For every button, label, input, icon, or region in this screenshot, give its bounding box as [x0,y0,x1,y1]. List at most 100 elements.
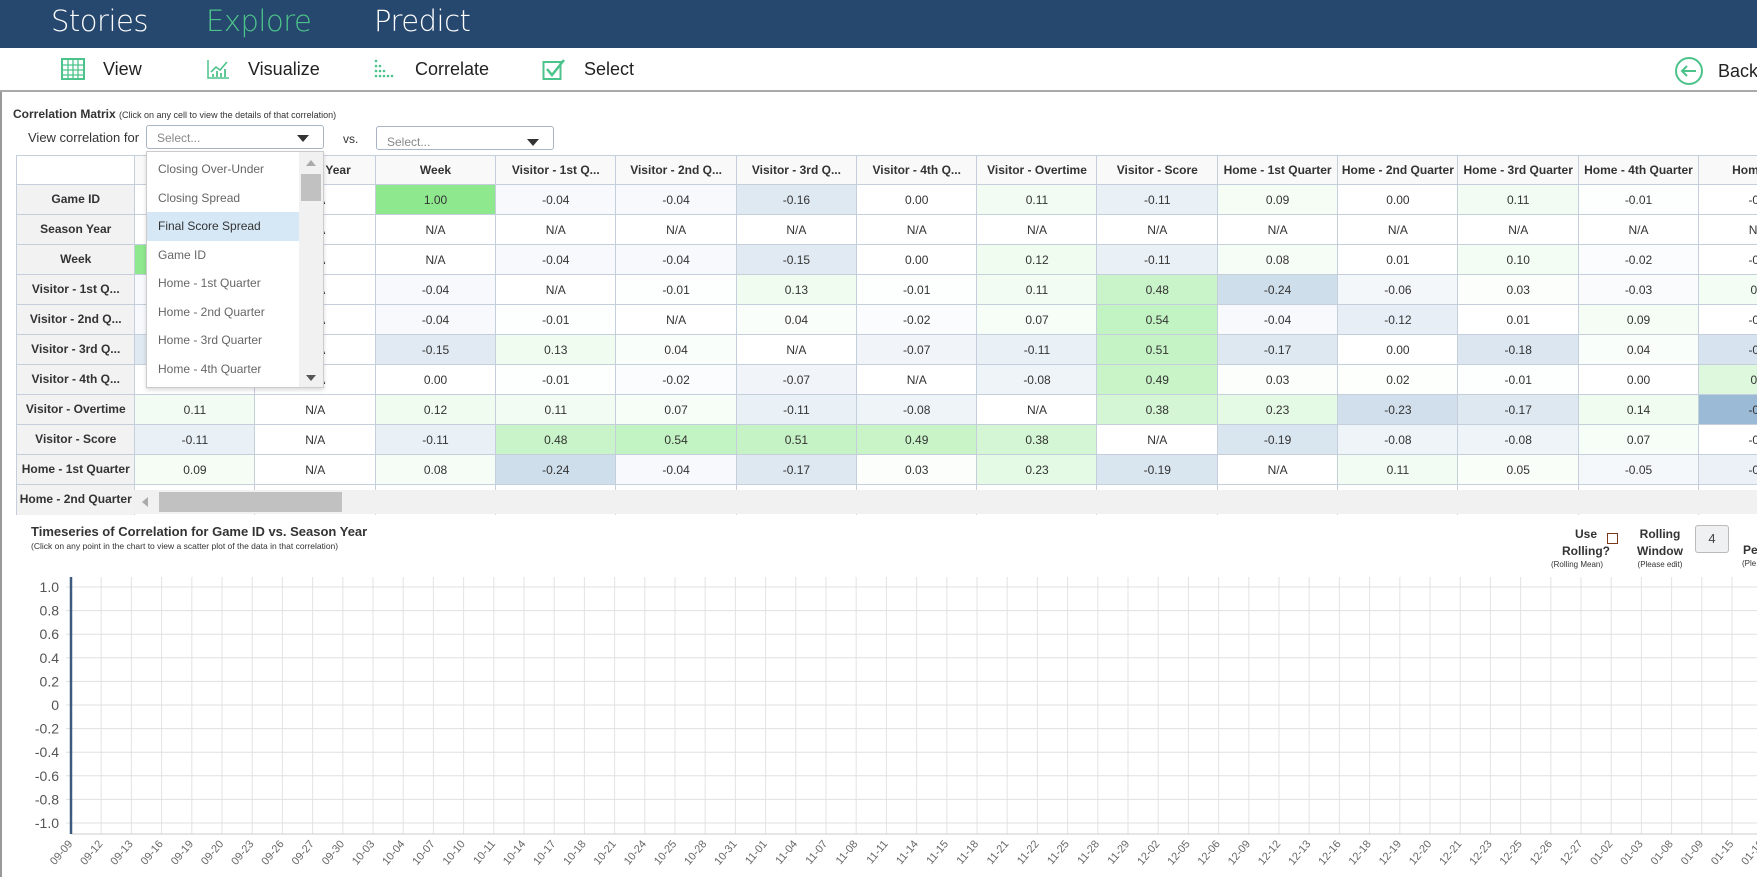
matrix-cell[interactable]: N/A [1096,214,1219,246]
matrix-cell[interactable]: -0.01 [615,274,737,306]
matrix-cell[interactable]: 0.12 [976,244,1098,276]
matrix-cell[interactable]: 0.11 [976,184,1098,216]
matrix-cell[interactable]: -0.19 [1096,454,1219,486]
horizontal-scrollbar[interactable] [134,490,1757,514]
matrix-cell[interactable]: -0.04 [494,244,617,276]
matrix-cell[interactable]: -0.02 [615,364,737,396]
matrix-cell[interactable]: -0.11 [134,424,256,456]
matrix-cell[interactable]: -0.04 [615,454,737,486]
matrix-cell[interactable]: N/A [254,424,377,456]
matrix-cell[interactable]: -0.0 [1697,184,1757,216]
matrix-cell[interactable]: 0.14 [1577,394,1700,426]
matrix-cell[interactable]: 0.49 [1096,364,1219,396]
view-button[interactable]: View [61,58,142,80]
matrix-cell[interactable]: -0.03 [1577,274,1700,306]
matrix-cell[interactable]: 0.38 [976,424,1098,456]
matrix-cell[interactable]: 0.54 [615,424,737,456]
matrix-cell[interactable]: -0.01 [494,364,617,396]
matrix-cell[interactable]: N/A [1697,214,1757,246]
matrix-cell[interactable]: 0.1 [1697,274,1757,306]
matrix-cell[interactable]: -0.04 [1216,304,1339,336]
matrix-cell[interactable]: 0.11 [1337,454,1459,486]
matrix-cell[interactable]: -0.23 [1337,394,1459,426]
matrix-cell[interactable]: -0.02 [855,304,978,336]
matrix-cell[interactable]: 0.02 [1337,364,1459,396]
matrix-cell[interactable]: -0.15 [374,334,497,366]
dropdown-scrollbar[interactable] [299,152,323,387]
matrix-cell[interactable]: -0.0 [1697,424,1757,456]
matrix-cell[interactable]: 0.09 [1577,304,1700,336]
matrix-cell[interactable]: 0.23 [976,454,1098,486]
matrix-cell[interactable]: -0.17 [1457,394,1580,426]
matrix-cell[interactable]: N/A [254,454,377,486]
matrix-cell[interactable]: -0.01 [1457,364,1580,396]
matrix-cell[interactable]: 0.04 [735,304,858,336]
matrix-cell[interactable]: N/A [735,334,858,366]
scrollbar-thumb[interactable] [159,492,342,512]
matrix-cell[interactable]: 0.11 [976,274,1098,306]
matrix-cell[interactable]: 0.00 [1337,334,1459,366]
matrix-cell[interactable]: -0.0 [1697,304,1757,336]
matrix-cell[interactable]: N/A [735,214,858,246]
matrix-cell[interactable]: -0.04 [374,274,497,306]
dropdown-option[interactable]: Closing Spread [147,184,299,213]
matrix-cell[interactable]: 0.09 [1216,184,1339,216]
matrix-cell[interactable]: 0.48 [494,424,617,456]
matrix-cell[interactable]: -0.02 [1577,244,1700,276]
matrix-cell[interactable]: 0.00 [374,364,497,396]
matrix-cell[interactable]: 0.38 [1096,394,1219,426]
matrix-cell[interactable]: N/A [1216,214,1339,246]
matrix-cell[interactable]: -0.5 [1697,394,1757,426]
matrix-cell[interactable]: -0.08 [1457,424,1580,456]
matrix-cell[interactable]: N/A [855,214,978,246]
matrix-cell[interactable]: -0.05 [1577,454,1700,486]
matrix-cell[interactable]: N/A [1457,214,1580,246]
matrix-cell[interactable]: 0.00 [855,244,978,276]
matrix-cell[interactable]: 0.3 [1697,364,1757,396]
use-rolling-checkbox[interactable] [1607,533,1618,544]
dropdown-option[interactable]: Final Score Spread [147,212,299,241]
dropdown-option[interactable]: Game ID [147,241,299,270]
matrix-cell[interactable]: 0.51 [1096,334,1219,366]
dropdown-option[interactable]: Home - 3rd Quarter [147,326,299,355]
variable-select-1[interactable]: Select... [146,125,324,149]
matrix-cell[interactable]: 1.00 [374,184,497,216]
matrix-cell[interactable]: 0.01 [1337,244,1459,276]
matrix-cell[interactable]: -0.11 [374,424,497,456]
matrix-cell[interactable]: 0.08 [1216,244,1339,276]
matrix-cell[interactable]: 0.07 [615,394,737,426]
matrix-cell[interactable]: -0.08 [855,394,978,426]
dropdown-scrollbar-thumb[interactable] [301,174,321,201]
matrix-cell[interactable]: 0.11 [494,394,617,426]
matrix-cell[interactable]: -0.24 [1216,274,1339,306]
matrix-cell[interactable]: N/A [976,394,1098,426]
matrix-cell[interactable]: N/A [615,304,737,336]
matrix-cell[interactable]: N/A [615,214,737,246]
matrix-cell[interactable]: -0.18 [1457,334,1580,366]
matrix-cell[interactable]: N/A [374,214,497,246]
matrix-cell[interactable]: -0.12 [1337,304,1459,336]
matrix-cell[interactable]: -0.07 [735,364,858,396]
matrix-cell[interactable]: 0.07 [1577,424,1700,456]
timeseries-chart[interactable]: 09-09 09-12 09-13 09-16 09-19 09-20 09-23 09-26… [0,570,1757,877]
matrix-cell[interactable]: 0.07 [976,304,1098,336]
matrix-cell[interactable]: 0.09 [134,454,256,486]
matrix-cell[interactable]: -0.07 [855,334,978,366]
matrix-cell[interactable]: 0.00 [1337,184,1459,216]
matrix-cell[interactable]: -0.08 [976,364,1098,396]
matrix-cell[interactable]: 0.03 [855,454,978,486]
matrix-cell[interactable]: -0.19 [1216,424,1339,456]
correlate-button[interactable]: Correlate [373,58,489,80]
matrix-cell[interactable]: -0.04 [494,184,617,216]
matrix-cell[interactable]: -0.15 [735,244,858,276]
matrix-cell[interactable]: 0.13 [494,334,617,366]
matrix-cell[interactable]: -0.01 [1577,184,1700,216]
matrix-cell[interactable]: -0.24 [494,454,617,486]
back-button[interactable]: Back [1674,56,1757,86]
matrix-cell[interactable]: 0.03 [1216,364,1339,396]
matrix-cell[interactable]: N/A [976,214,1098,246]
matrix-cell[interactable]: N/A [494,214,617,246]
matrix-cell[interactable]: 0.01 [1457,304,1580,336]
matrix-cell[interactable]: -0.11 [976,334,1098,366]
matrix-cell[interactable]: -0.17 [1216,334,1339,366]
